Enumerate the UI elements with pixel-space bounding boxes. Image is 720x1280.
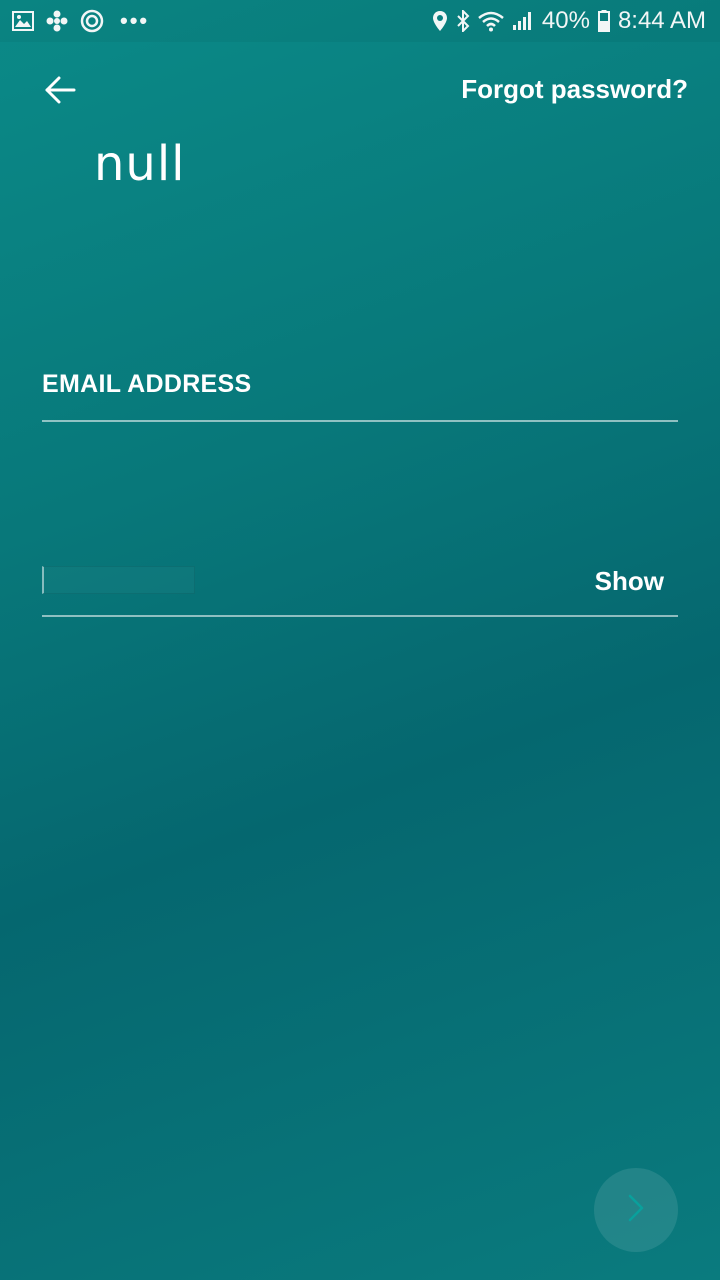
status-bar-left: ••• <box>12 8 149 34</box>
battery-icon <box>597 10 610 32</box>
sync-icon <box>80 9 104 33</box>
signal-icon <box>512 11 534 31</box>
battery-percent: 40% <box>541 7 590 34</box>
chevron-right-icon <box>625 1192 647 1229</box>
top-bar: Forgot password? <box>0 42 720 138</box>
forgot-password-link[interactable]: Forgot password? <box>461 74 688 105</box>
email-label: EMAIL ADDRESS <box>42 370 252 398</box>
gallery-icon <box>12 11 34 31</box>
overflow-dots: ••• <box>120 8 150 33</box>
user-name: null <box>94 136 186 192</box>
clock: 8:44 AM <box>617 7 706 34</box>
password-field[interactable]: Show <box>42 556 678 617</box>
password-input[interactable] <box>42 566 195 594</box>
fan-icon <box>46 10 68 32</box>
bluetooth-icon <box>456 10 470 32</box>
next-button[interactable] <box>594 1168 678 1252</box>
email-field[interactable]: EMAIL ADDRESS <box>42 360 678 422</box>
back-button[interactable] <box>40 72 80 112</box>
show-password-toggle[interactable]: Show <box>595 566 664 597</box>
location-icon <box>432 10 448 32</box>
status-bar: ••• 40% 8:44 AM <box>0 0 720 42</box>
wifi-icon <box>478 10 504 32</box>
arrow-left-icon <box>44 76 76 109</box>
status-bar-right: 40% 8:44 AM <box>432 7 706 35</box>
